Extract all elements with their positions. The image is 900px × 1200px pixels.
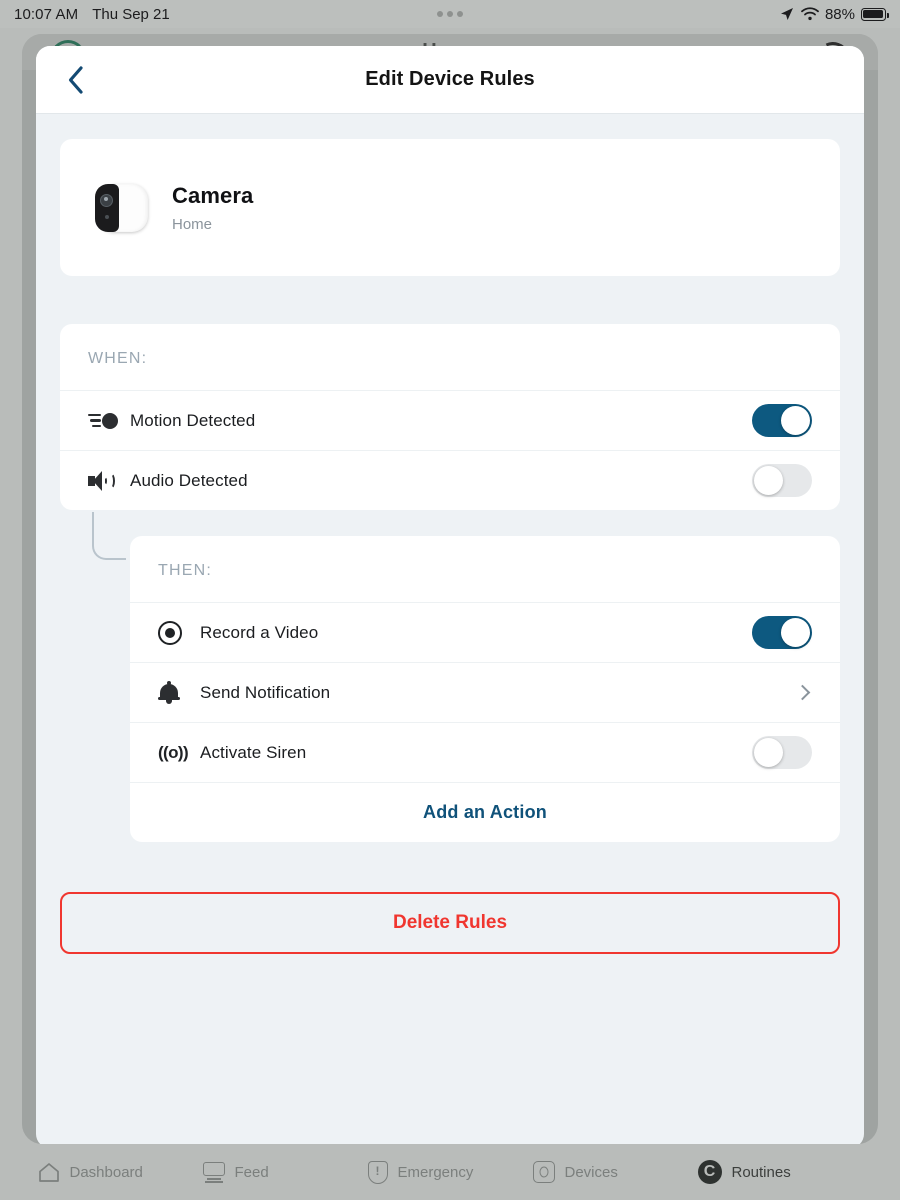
add-an-action-button[interactable]: Add an Action — [130, 782, 840, 842]
when-card: WHEN: Motion Detected Audio Detected — [60, 324, 840, 510]
chevron-left-icon — [68, 65, 83, 94]
device-info: Camera Home — [172, 183, 253, 233]
wifi-icon — [801, 7, 819, 21]
tab-devices[interactable]: Devices — [532, 1161, 698, 1183]
device-room: Home — [172, 215, 213, 233]
back-button[interactable] — [58, 62, 94, 98]
more-dots-icon — [437, 11, 463, 17]
rule-row-label: Motion Detected — [130, 410, 256, 430]
home-icon — [38, 1162, 59, 1182]
edit-device-rules-sheet: Edit Device Rules Camera Home WHEN: Moti… — [36, 46, 864, 1148]
audio-speaker-icon — [88, 470, 130, 491]
when-section-label: WHEN: — [88, 350, 148, 367]
rule-row-label: Audio Detected — [130, 470, 248, 490]
tab-routines[interactable]: C Routines — [697, 1160, 863, 1184]
status-date: Thu Sep 21 — [92, 5, 170, 23]
chevron-right-icon[interactable] — [794, 684, 811, 701]
tab-label: Feed — [234, 1163, 269, 1181]
tab-label: Devices — [564, 1163, 618, 1181]
row-control — [752, 404, 812, 437]
record-a-video-toggle[interactable] — [752, 616, 812, 649]
page-title: Edit Device Rules — [365, 68, 535, 90]
sheet-header: Edit Device Rules — [36, 46, 864, 114]
action-row-label: Record a Video — [200, 622, 319, 642]
row-control — [752, 464, 812, 497]
tab-dashboard[interactable]: Dashboard — [38, 1162, 203, 1183]
then-wrapper: THEN: Record a Video Send Notification (… — [60, 512, 840, 842]
status-right-cluster: 88% — [779, 5, 889, 23]
rule-row-audio-detected[interactable]: Audio Detected — [60, 450, 840, 510]
screen-root: 10:07 AM Thu Sep 21 88% Home — [0, 0, 900, 1200]
battery-percent: 88% — [824, 5, 855, 23]
connector-elbow — [92, 512, 126, 560]
tab-label: Emergency — [397, 1163, 474, 1181]
action-row-record-a-video[interactable]: Record a Video — [130, 602, 840, 662]
bell-icon — [158, 681, 200, 704]
security-camera-icon — [92, 182, 150, 234]
status-bar: 10:07 AM Thu Sep 21 88% — [0, 0, 900, 28]
then-card: THEN: Record a Video Send Notification (… — [130, 536, 840, 842]
tab-feed[interactable]: Feed — [202, 1162, 368, 1183]
shield-alert-icon: ! — [367, 1160, 388, 1184]
tab-label: Dashboard — [69, 1163, 143, 1181]
battery-icon — [861, 7, 889, 21]
rule-row-motion-detected[interactable]: Motion Detected — [60, 390, 840, 450]
device-card[interactable]: Camera Home — [60, 139, 840, 276]
tab-emergency[interactable]: ! Emergency — [367, 1160, 533, 1184]
record-icon — [158, 620, 200, 645]
tab-label: Routines — [731, 1163, 791, 1181]
device-name: Camera — [172, 182, 254, 208]
then-section-label: THEN: — [158, 562, 212, 579]
location-arrow-icon — [780, 8, 793, 20]
action-row-activate-siren[interactable]: ((o)) Activate Siren — [130, 722, 840, 782]
device-scan-icon — [532, 1161, 555, 1183]
delete-rules-button[interactable]: Delete Rules — [60, 892, 840, 954]
siren-icon: ((o)) — [158, 742, 189, 762]
motion-detected-toggle[interactable] — [752, 404, 812, 437]
status-time: 10:07 AM — [14, 5, 79, 23]
action-row-send-notification[interactable]: Send Notification — [130, 662, 840, 722]
bottom-tab-bar: Dashboard Feed ! Emergency Devices C Rou… — [0, 1144, 900, 1200]
row-control — [794, 684, 812, 701]
action-row-label: Send Notification — [200, 682, 331, 702]
row-control — [752, 616, 812, 649]
sheet-body: Camera Home WHEN: Motion Detected Audio … — [36, 139, 864, 954]
action-row-label: Activate Siren — [200, 742, 307, 762]
routines-c-icon: C — [697, 1160, 722, 1184]
monitor-icon — [202, 1162, 225, 1183]
audio-detected-toggle[interactable] — [752, 464, 812, 497]
row-control — [752, 736, 812, 769]
motion-icon — [88, 412, 130, 430]
activate-siren-toggle[interactable] — [752, 736, 812, 769]
